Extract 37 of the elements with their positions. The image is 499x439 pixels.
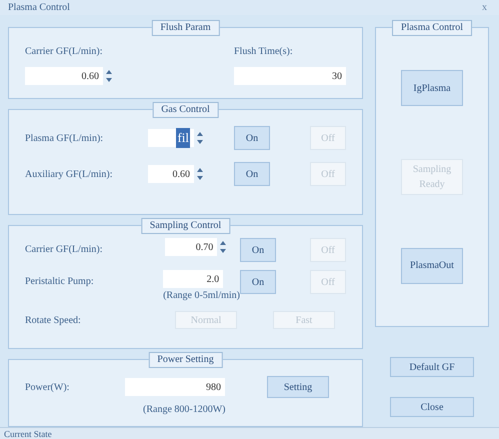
group-title: Plasma Control (392, 20, 472, 36)
action-button[interactable]: On (234, 162, 270, 186)
action-button[interactable]: On (240, 238, 276, 262)
spinner-arrows-icon[interactable] (219, 239, 228, 255)
field-label: Carrier GF(L/min): (25, 243, 104, 257)
group-title: Sampling Control (140, 218, 230, 234)
window-title: Plasma Control (8, 1, 70, 15)
spinner-arrows-icon[interactable] (105, 68, 113, 84)
group-title: Power Setting (148, 352, 223, 368)
group-title: Flush Param (151, 20, 220, 36)
action-button[interactable]: On (240, 270, 276, 294)
default-button[interactable]: Default GF (390, 357, 474, 377)
spinner-arrows-icon[interactable] (196, 130, 204, 146)
spinner-arrows-icon[interactable] (196, 166, 204, 182)
field-label: Flush Time(s): (234, 45, 294, 59)
number-field[interactable]: 0.70 (165, 238, 218, 256)
field-label: Carrier GF(L/min): (25, 45, 104, 59)
number-field[interactable]: 2.0 (163, 270, 224, 288)
action-button[interactable]: IgPlasma (401, 70, 463, 106)
number-field[interactable]: fil (148, 129, 194, 147)
number-field[interactable]: 0.60 (148, 165, 194, 183)
status-text: Current State (4, 428, 52, 439)
field-label: Power(W): (25, 380, 70, 394)
action-button[interactable]: On (234, 126, 270, 150)
number-field[interactable]: 30 (234, 67, 346, 85)
field-label: Auxiliary GF(L/min): (25, 168, 114, 182)
setting-button[interactable]: Setting (267, 376, 329, 398)
field-label: Peristaltic Pump: (25, 275, 95, 289)
number-field[interactable]: 980 (125, 378, 225, 396)
field-label: (Range 800-1200W) (143, 403, 226, 417)
group-title: Gas Control (152, 102, 219, 118)
number-field[interactable]: 0.60 (25, 67, 103, 85)
field-label: (Range 0-5ml/min) (163, 289, 240, 303)
action-button[interactable]: PlasmaOut (401, 248, 463, 284)
field-label: Plasma GF(L/min): (25, 132, 104, 146)
field-label: Rotate Speed: (25, 314, 82, 328)
close-dialog-button[interactable]: Close (390, 397, 474, 417)
